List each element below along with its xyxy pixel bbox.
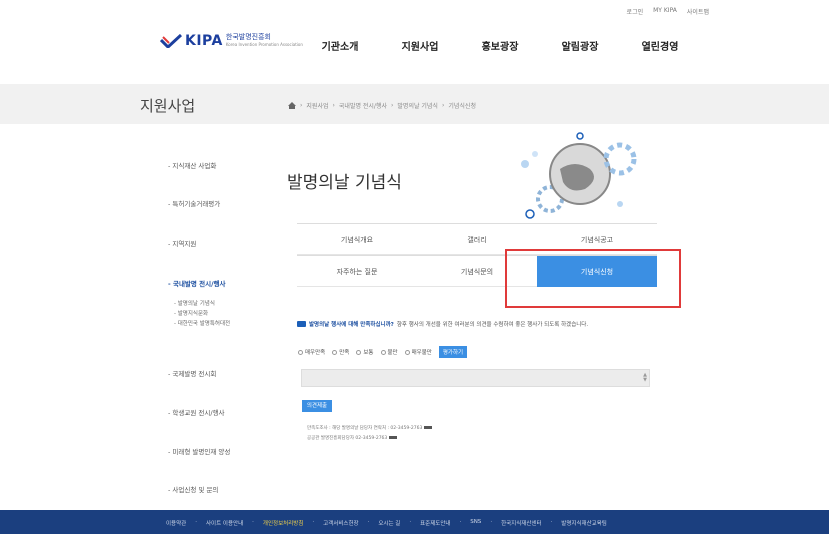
lnb-subitem[interactable]: - 발명의날 기념식 [174, 299, 215, 307]
info-line-1: 만족도조사 : 해당 발명의날 담당자 연락처 : 02-3459-2763 [307, 426, 423, 431]
section-title: 지원사업 [140, 97, 196, 115]
gnb-management[interactable]: 열린경영 [620, 38, 700, 53]
lnb-item[interactable]: - 미래형 발명인재 양성 [168, 446, 230, 456]
lnb-subitem[interactable]: - 대한민국 발명특허대전 [174, 319, 230, 327]
highlight-box [505, 249, 681, 308]
notice-question: 발명의날 행사에 대해 만족하십니까? [309, 322, 394, 328]
my-kipa-link[interactable]: MY KIPA [653, 7, 677, 16]
radio-circle[interactable] [332, 349, 338, 355]
gnb-about[interactable]: 기관소개 [300, 38, 380, 53]
page: 로그인 MY KIPA 사이트맵 KIPA 한국발명진흥회 Korea Inve… [0, 0, 829, 534]
footer-link[interactable]: 표준제도안내 [420, 519, 450, 527]
vote-button[interactable]: 평가하기 [438, 346, 468, 358]
footer-link[interactable]: 발명지식재산교육팀 [561, 519, 607, 527]
survey-notice: 발명의날 행사에 대해 만족하십니까? 향후 행사의 개선을 위한 여러분의 의… [297, 320, 588, 328]
lnb-item[interactable]: - 특허기술거래평가 [168, 198, 220, 208]
footer-link[interactable]: 고객서비스헌장 [323, 519, 358, 527]
radio-circle[interactable] [404, 349, 410, 355]
footer-link-privacy[interactable]: 개인정보처리방침 [263, 519, 303, 527]
tab-faq[interactable]: 자주하는 질문 [297, 256, 417, 287]
breadcrumb: › 지원사업 › 국내발명 전시/행사 › 발명의날 기념식 › 기념식신청 [288, 101, 476, 110]
lnb-item[interactable]: - 사업신청 및 문의 [168, 484, 218, 494]
decorative-gears-globe [505, 124, 655, 224]
radio-option[interactable]: 매우만족 [298, 348, 325, 356]
utility-links: 로그인 MY KIPA 사이트맵 [627, 7, 709, 16]
radio-option[interactable]: 매우불만 [404, 348, 432, 356]
home-icon[interactable] [288, 102, 296, 109]
lnb-item[interactable]: - 지역지원 [168, 238, 196, 248]
logo-mark-icon [160, 34, 182, 48]
sub-header: 지원사업 › 지원사업 › 국내발명 전시/행사 › 발명의날 기념식 › 기념식신청 [0, 84, 829, 124]
radio-option[interactable]: 불만 [380, 348, 398, 356]
main-nav: 기관소개 지원사업 홍보광장 알림광장 열린경영 [300, 38, 700, 53]
breadcrumb-item[interactable]: 발명의날 기념식 [397, 101, 438, 110]
email-icon [423, 426, 432, 429]
breadcrumb-item[interactable]: 국내발명 전시/행사 [339, 101, 387, 110]
tab-overview[interactable]: 기념식개요 [297, 224, 417, 255]
footer-link[interactable]: 사이트 이용안내 [206, 519, 243, 527]
login-link[interactable]: 로그인 [627, 7, 644, 16]
radio-circle[interactable] [356, 349, 362, 355]
contact-info: 만족도조사 : 해당 발명의날 담당자 연락처 : 02-3459-2763 공… [307, 424, 432, 444]
breadcrumb-item[interactable]: 지원사업 [306, 101, 328, 110]
radio-option[interactable]: 보통 [356, 348, 374, 356]
lnb-item[interactable]: - 학생교원 전시/행사 [168, 407, 225, 417]
radio-circle[interactable] [298, 349, 303, 355]
lnb-item-active[interactable]: - 국내발명 전시/행사 [168, 278, 225, 288]
breadcrumb-item[interactable]: 기념식신청 [448, 101, 476, 110]
sitemap-link[interactable]: 사이트맵 [687, 7, 709, 16]
lnb-item[interactable]: - 지식재산 사업화 [168, 160, 216, 170]
question-icon [297, 321, 306, 327]
footer-link[interactable]: SNS [470, 519, 481, 527]
footer: 이용약관 · 사이트 이용안내 · 개인정보처리방침 · 고객서비스헌장 · 오시는 길… [0, 510, 829, 534]
rating-radios: 매우만족 만족 보통 불만 매우불만 평가하기 [298, 346, 468, 358]
lnb-subitem[interactable]: - 발명지식문화 [174, 309, 208, 317]
footer-link[interactable]: 한국지식재산센터 [501, 519, 541, 527]
scroll-arrows-icon[interactable]: ▲ ▼ [643, 373, 647, 383]
info-line-2: 공공관 발명진흥회담당자 02-3459-2763 [307, 436, 388, 441]
footer-link[interactable]: 이용약관 [166, 519, 186, 527]
footer-links: 이용약관 · 사이트 이용안내 · 개인정보처리방침 · 고객서비스헌장 · 오시는 길… [166, 519, 607, 527]
email-icon [388, 436, 397, 439]
logo-brand: KIPA [185, 33, 223, 49]
site-logo[interactable]: KIPA 한국발명진흥회 Korea Invention Promotion A… [160, 33, 303, 49]
utility-bar: 로그인 MY KIPA 사이트맵 [0, 0, 829, 20]
lnb-item[interactable]: - 국제발명 전시회 [168, 368, 216, 378]
logo-tagline: Korea Invention Promotion Association [225, 42, 303, 47]
notice-text: 향후 행사의 개선을 위한 여러분의 의견을 수렴하여 좋은 행사가 되도록 하… [396, 322, 589, 328]
footer-link[interactable]: 오시는 길 [378, 519, 400, 527]
radio-circle[interactable] [380, 349, 386, 355]
gnb-notice[interactable]: 알림광장 [540, 38, 620, 53]
page-title: 발명의날 기념식 [287, 173, 402, 193]
opinion-textarea[interactable]: ▲ ▼ [301, 369, 650, 387]
gnb-support[interactable]: 지원사업 [380, 38, 460, 53]
radio-option[interactable]: 만족 [332, 348, 349, 356]
submit-button[interactable]: 의견제출 [302, 400, 332, 412]
gnb-promotion[interactable]: 홍보광장 [460, 38, 540, 53]
logo-korean: 한국발명진흥회 Korea Invention Promotion Associ… [225, 33, 303, 47]
